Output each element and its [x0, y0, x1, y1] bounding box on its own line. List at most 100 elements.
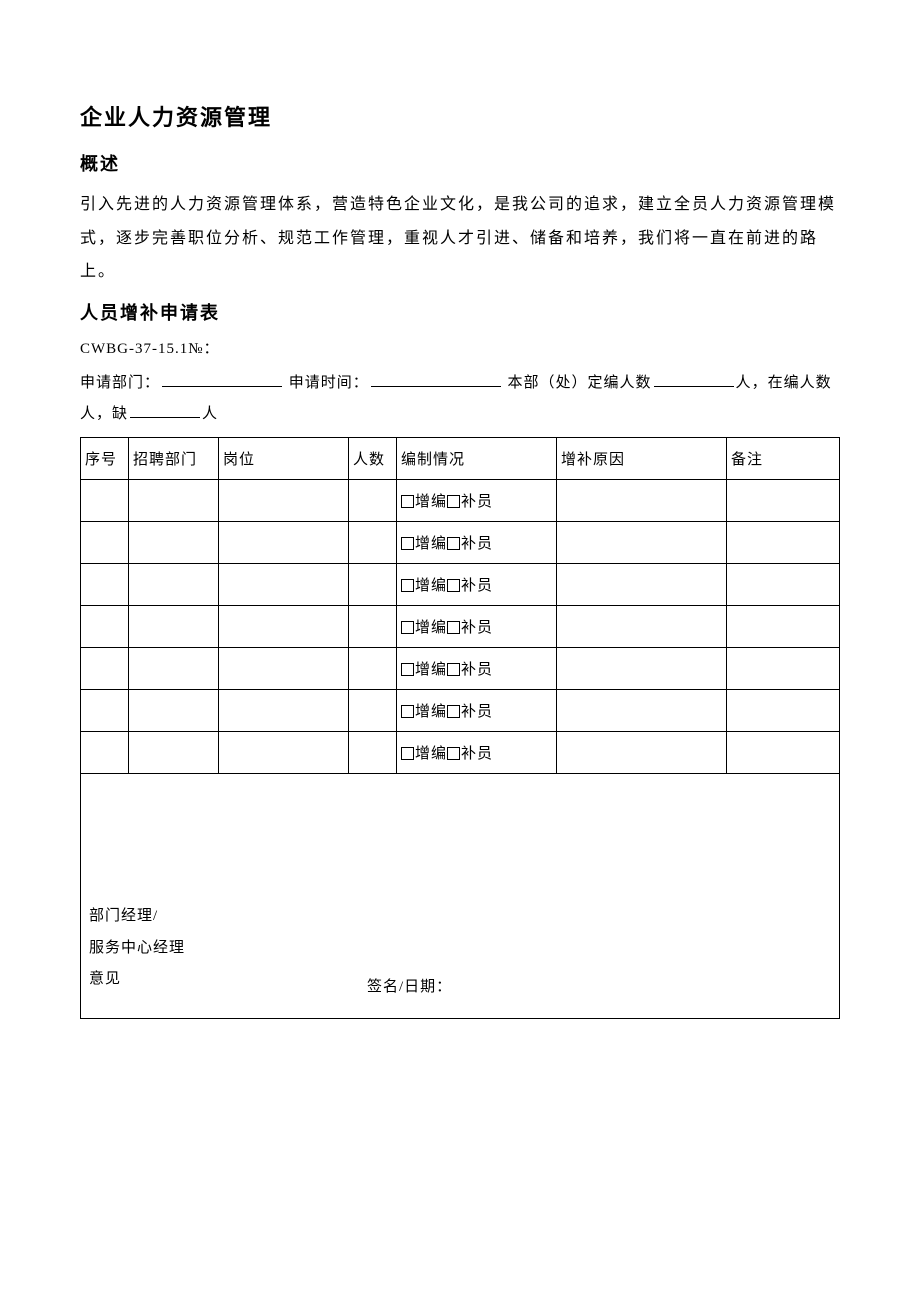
table-cell[interactable]: [129, 479, 219, 521]
table-cell[interactable]: [727, 605, 840, 647]
checkbox-label-a: 增编: [415, 536, 447, 552]
table-row: 增编补员: [81, 605, 840, 647]
table-cell[interactable]: [129, 521, 219, 563]
table-cell[interactable]: [129, 563, 219, 605]
table-cell[interactable]: 增编补员: [397, 563, 557, 605]
table-cell[interactable]: [727, 521, 840, 563]
table-cell[interactable]: [81, 647, 129, 689]
comment-cell[interactable]: 部门经理/服务中心经理意见签名/日期：: [81, 773, 840, 1018]
table-cell[interactable]: [219, 731, 349, 773]
apply-dept-blank[interactable]: [162, 372, 282, 387]
checkbox-icon[interactable]: [447, 747, 460, 760]
checkbox-icon[interactable]: [401, 537, 414, 550]
checkbox-icon[interactable]: [447, 579, 460, 592]
table-row: 增编补员: [81, 479, 840, 521]
table-cell[interactable]: [557, 479, 727, 521]
table-row: 增编补员: [81, 563, 840, 605]
checkbox-label-b: 补员: [461, 536, 493, 552]
checkbox-icon[interactable]: [447, 621, 460, 634]
person-unit-1: 人: [736, 375, 752, 391]
in-post-label: ，在编人数: [752, 375, 832, 391]
checkbox-icon[interactable]: [401, 705, 414, 718]
short-blank[interactable]: [130, 403, 200, 418]
table-cell[interactable]: [349, 479, 397, 521]
table-cell[interactable]: [349, 647, 397, 689]
checkbox-label-b: 补员: [461, 494, 493, 510]
checkbox-icon[interactable]: [401, 579, 414, 592]
table-cell[interactable]: [727, 563, 840, 605]
table-cell[interactable]: [219, 605, 349, 647]
table-row: 增编补员: [81, 689, 840, 731]
table-cell[interactable]: [349, 731, 397, 773]
checkbox-label-b: 补员: [461, 620, 493, 636]
table-cell[interactable]: [81, 731, 129, 773]
table-cell[interactable]: [557, 521, 727, 563]
table-cell[interactable]: [349, 521, 397, 563]
th-seq: 序号: [81, 437, 129, 479]
table-cell[interactable]: [727, 689, 840, 731]
apply-time-blank[interactable]: [371, 372, 501, 387]
table-cell[interactable]: [219, 647, 349, 689]
table-cell[interactable]: [557, 605, 727, 647]
checkbox-icon[interactable]: [447, 705, 460, 718]
supplement-table: 序号 招聘部门 岗位 人数 编制情况 增补原因 备注 增编补员 增编补员 增编补…: [80, 437, 840, 1019]
table-cell[interactable]: [727, 479, 840, 521]
table-cell[interactable]: [349, 689, 397, 731]
table-row: 增编补员: [81, 647, 840, 689]
dept-quota-label: 本部（处）定编人数: [508, 375, 652, 391]
table-cell[interactable]: [129, 605, 219, 647]
table-cell[interactable]: 增编补员: [397, 479, 557, 521]
checkbox-icon[interactable]: [447, 495, 460, 508]
overview-body: 引入先进的人力资源管理体系，营造特色企业文化，是我公司的追求，建立全员人力资源管…: [80, 188, 840, 289]
checkbox-label-b: 补员: [461, 578, 493, 594]
checkbox-icon[interactable]: [401, 747, 414, 760]
checkbox-label-b: 补员: [461, 662, 493, 678]
table-cell[interactable]: [219, 479, 349, 521]
checkbox-label-b: 补员: [461, 746, 493, 762]
table-cell[interactable]: [219, 563, 349, 605]
table-cell[interactable]: [81, 689, 129, 731]
table-cell[interactable]: 增编补员: [397, 605, 557, 647]
table-cell[interactable]: [129, 731, 219, 773]
checkbox-icon[interactable]: [447, 537, 460, 550]
table-cell[interactable]: 增编补员: [397, 689, 557, 731]
checkbox-label-b: 补员: [461, 704, 493, 720]
checkbox-icon[interactable]: [401, 495, 414, 508]
table-cell[interactable]: [727, 731, 840, 773]
document-page: 企业人力资源管理 概述 引入先进的人力资源管理体系，营造特色企业文化，是我公司的…: [0, 0, 920, 1302]
table-cell[interactable]: [557, 731, 727, 773]
table-cell[interactable]: [557, 647, 727, 689]
table-cell[interactable]: [81, 479, 129, 521]
sign-date-label: 签名/日期：: [237, 975, 829, 996]
table-cell[interactable]: [219, 689, 349, 731]
table-cell[interactable]: [81, 605, 129, 647]
table-cell[interactable]: [81, 563, 129, 605]
table-cell[interactable]: [727, 647, 840, 689]
table-cell[interactable]: 增编补员: [397, 731, 557, 773]
table-cell[interactable]: [557, 563, 727, 605]
main-title: 企业人力资源管理: [80, 100, 840, 132]
person-unit-3: 人: [202, 406, 218, 422]
checkbox-icon[interactable]: [401, 663, 414, 676]
th-dept: 招聘部门: [129, 437, 219, 479]
overview-heading: 概述: [80, 150, 840, 176]
table-cell[interactable]: [129, 647, 219, 689]
checkbox-label-a: 增编: [415, 578, 447, 594]
table-cell[interactable]: 增编补员: [397, 647, 557, 689]
table-cell[interactable]: [557, 689, 727, 731]
table-header-row: 序号 招聘部门 岗位 人数 编制情况 增补原因 备注: [81, 437, 840, 479]
table-row: 增编补员: [81, 731, 840, 773]
dept-quota-blank[interactable]: [654, 372, 734, 387]
form-heading: 人员增补申请表: [80, 299, 840, 325]
checkbox-label-a: 增编: [415, 662, 447, 678]
checkbox-icon[interactable]: [447, 663, 460, 676]
table-cell[interactable]: 增编补员: [397, 521, 557, 563]
checkbox-label-a: 增编: [415, 620, 447, 636]
table-cell[interactable]: [129, 689, 219, 731]
th-remark: 备注: [727, 437, 840, 479]
table-cell[interactable]: [349, 563, 397, 605]
table-cell[interactable]: [219, 521, 349, 563]
table-cell[interactable]: [81, 521, 129, 563]
table-cell[interactable]: [349, 605, 397, 647]
checkbox-icon[interactable]: [401, 621, 414, 634]
